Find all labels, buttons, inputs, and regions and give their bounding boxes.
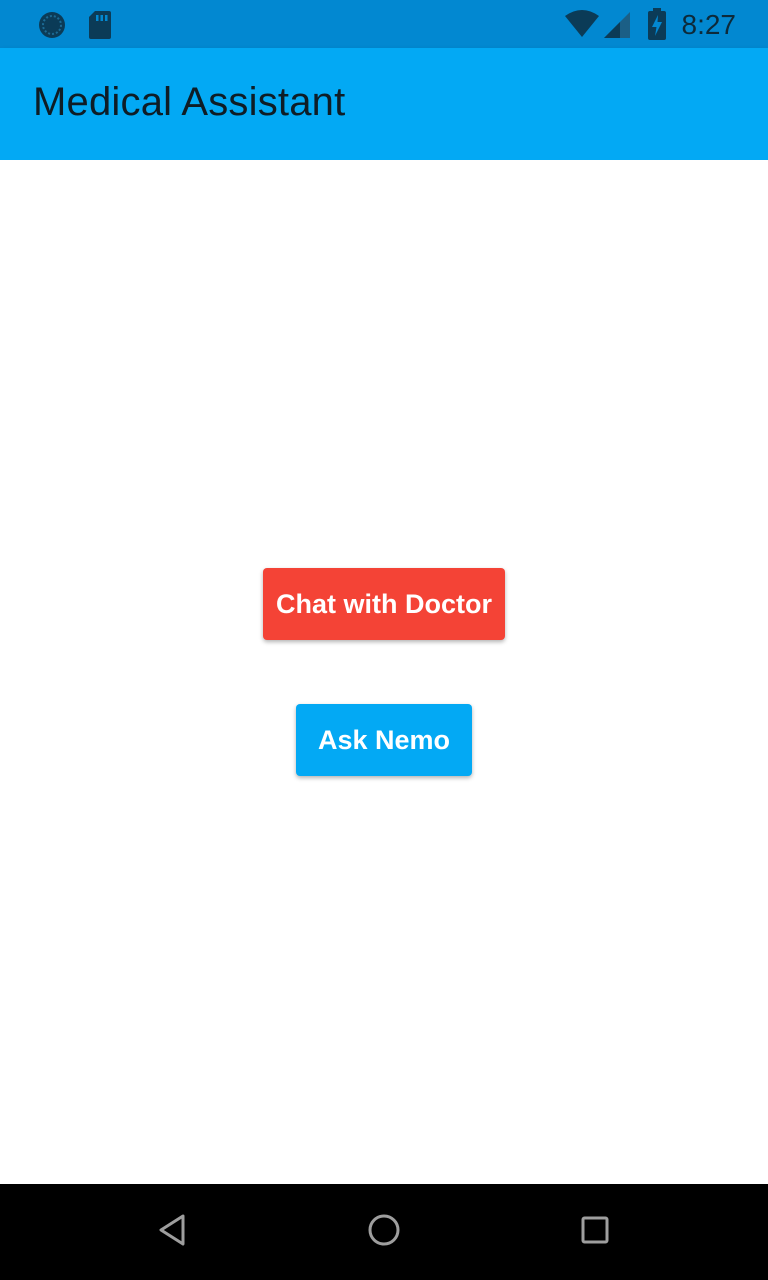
app-bar: Medical Assistant [0,48,768,160]
back-button[interactable] [142,1202,202,1262]
back-icon [157,1213,187,1252]
ask-nemo-button[interactable]: Ask Nemo [296,704,472,776]
home-icon [367,1213,401,1252]
navigation-bar [0,1184,768,1280]
recents-button[interactable] [565,1202,625,1262]
page-title: Medical Assistant [33,80,346,124]
home-button[interactable] [354,1202,414,1262]
recents-icon [580,1215,610,1250]
battery-charging-icon [648,8,666,45]
sync-icon [37,10,67,45]
signal-icon [604,12,631,43]
sd-card-icon [88,10,112,45]
main-content: Chat with Doctor Ask Nemo [0,160,768,1184]
status-bar: 8:27 [0,0,768,48]
status-clock: 8:27 [681,9,737,40]
chat-with-doctor-button[interactable]: Chat with Doctor [263,568,505,640]
wifi-icon [564,10,600,43]
